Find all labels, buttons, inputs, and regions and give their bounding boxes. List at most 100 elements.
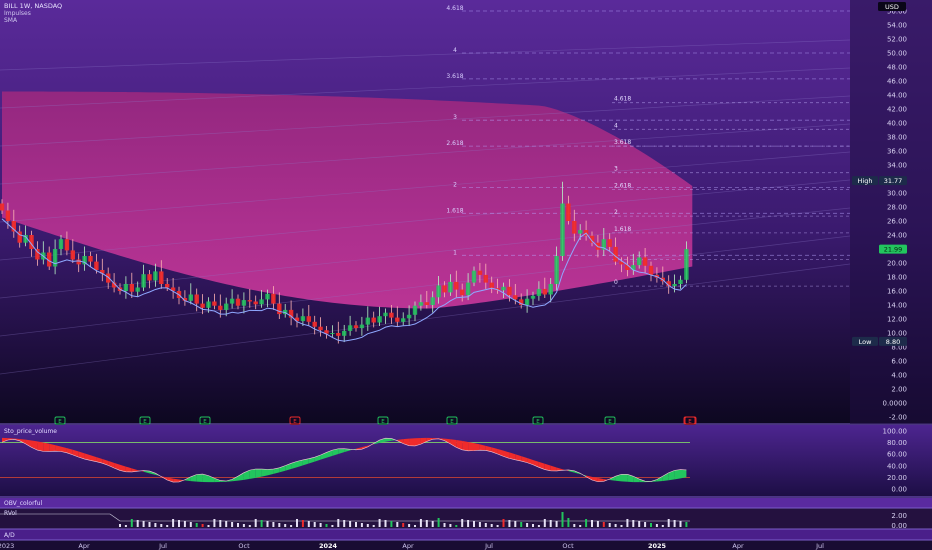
rvol-bar[interactable] <box>272 522 275 527</box>
rvol-bar[interactable] <box>301 520 304 527</box>
candle-body[interactable] <box>277 303 282 315</box>
candle-body[interactable] <box>300 316 306 322</box>
candle-body[interactable] <box>465 282 471 296</box>
candle-body[interactable] <box>524 298 530 305</box>
rvol-bar[interactable] <box>148 522 151 527</box>
candle-body[interactable] <box>188 294 193 301</box>
candle-body[interactable] <box>501 286 506 291</box>
rvol-bar[interactable] <box>189 522 192 527</box>
rvol-bar[interactable] <box>573 524 576 527</box>
candle-body[interactable] <box>359 324 365 329</box>
rvol-bar[interactable] <box>331 525 334 527</box>
rvol-bar[interactable] <box>360 523 363 527</box>
candle-body[interactable] <box>330 333 335 334</box>
candle-body[interactable] <box>383 312 388 317</box>
rvol-bar[interactable] <box>431 521 434 527</box>
candle-body[interactable] <box>306 316 311 322</box>
stoch-band-segment[interactable] <box>49 443 56 452</box>
candle-body[interactable] <box>218 305 223 310</box>
candle-body[interactable] <box>129 284 134 292</box>
rvol-bar[interactable] <box>537 525 540 527</box>
candle-body[interactable] <box>165 284 170 288</box>
rvol-bar[interactable] <box>343 520 346 527</box>
rvol-bar[interactable] <box>685 522 688 527</box>
rvol-bar[interactable] <box>443 523 446 527</box>
rvol-bar[interactable] <box>242 524 245 527</box>
rvol-bar[interactable] <box>355 522 357 527</box>
candle-body[interactable] <box>412 305 418 315</box>
stoch-band-segment[interactable] <box>462 440 469 451</box>
candle-body[interactable] <box>64 239 70 251</box>
candle-body[interactable] <box>389 312 394 318</box>
candle-body[interactable] <box>194 294 199 304</box>
rvol-bar[interactable] <box>484 523 487 527</box>
stoch-band-segment[interactable] <box>468 441 474 451</box>
rvol-bar[interactable] <box>532 524 534 527</box>
rvol-bar[interactable] <box>543 519 546 527</box>
candle-body[interactable] <box>507 286 512 296</box>
rvol-bar[interactable] <box>166 525 169 527</box>
candle-body[interactable] <box>253 301 258 305</box>
rvol-bar[interactable] <box>467 520 470 527</box>
candle-body[interactable] <box>418 302 424 306</box>
candle-body[interactable] <box>259 299 264 305</box>
stoch-band-segment[interactable] <box>249 468 256 479</box>
rvol-bar[interactable] <box>130 519 133 527</box>
stoch-band-segment[interactable] <box>474 443 480 451</box>
rvol-bar[interactable] <box>284 524 287 527</box>
rvol-bar[interactable] <box>555 521 558 527</box>
rvol-bar[interactable] <box>325 524 328 527</box>
candle-body[interactable] <box>684 249 689 280</box>
candle-body[interactable] <box>70 250 75 260</box>
rvol-bar[interactable] <box>579 525 582 527</box>
candle-body[interactable] <box>312 321 317 327</box>
rvol-bar[interactable] <box>567 518 570 527</box>
rvol-bar[interactable] <box>195 523 198 527</box>
rvol-bar[interactable] <box>254 519 257 527</box>
rvol-bar[interactable] <box>349 521 352 527</box>
rvol-bar[interactable] <box>650 523 652 527</box>
rvol-bar[interactable] <box>178 520 180 527</box>
candle-body[interactable] <box>336 333 341 336</box>
stoch-band-segment[interactable] <box>37 441 44 452</box>
candle-body[interactable] <box>513 295 518 300</box>
rvol-bar[interactable] <box>372 525 375 527</box>
rvol-bar[interactable] <box>655 524 658 527</box>
rvol-bar[interactable] <box>219 520 222 527</box>
rvol-bar[interactable] <box>313 522 316 527</box>
candle-body[interactable] <box>153 271 158 281</box>
rvol-bar[interactable] <box>396 522 399 527</box>
rvol-bar[interactable] <box>201 524 204 527</box>
rvol-bar[interactable] <box>296 519 298 527</box>
rvol-bar[interactable] <box>679 521 682 527</box>
rvol-bar[interactable] <box>455 525 458 527</box>
stoch-band-segment[interactable] <box>674 469 681 480</box>
candle-body[interactable] <box>58 239 64 249</box>
candle-body[interactable] <box>371 317 376 323</box>
rvol-bar[interactable] <box>632 520 635 527</box>
candle-body[interactable] <box>271 293 276 304</box>
rvol-bar[interactable] <box>408 524 411 527</box>
candle-body[interactable] <box>342 330 347 336</box>
candle-body[interactable] <box>672 284 677 287</box>
candle-body[interactable] <box>578 230 583 234</box>
rvol-bar[interactable] <box>508 520 511 527</box>
stoch-band-segment[interactable] <box>261 469 268 477</box>
rvol-bar[interactable] <box>514 521 517 527</box>
candle-body[interactable] <box>241 300 247 306</box>
candle-body[interactable] <box>229 298 235 304</box>
rvol-bar[interactable] <box>478 522 481 527</box>
candle-body[interactable] <box>247 300 252 302</box>
rvol-bar[interactable] <box>561 512 564 527</box>
rvol-bar[interactable] <box>549 520 552 527</box>
candle-body[interactable] <box>530 295 536 299</box>
rvol-bar[interactable] <box>490 524 493 527</box>
rvol-bar[interactable] <box>614 524 617 527</box>
candle-body[interactable] <box>436 285 441 298</box>
rvol-bar[interactable] <box>378 519 381 527</box>
rvol-bar[interactable] <box>266 521 269 527</box>
candle-body[interactable] <box>554 256 559 284</box>
candle-body[interactable] <box>365 317 370 325</box>
candle-body[interactable] <box>395 317 400 322</box>
rvol-bar[interactable] <box>638 521 641 527</box>
